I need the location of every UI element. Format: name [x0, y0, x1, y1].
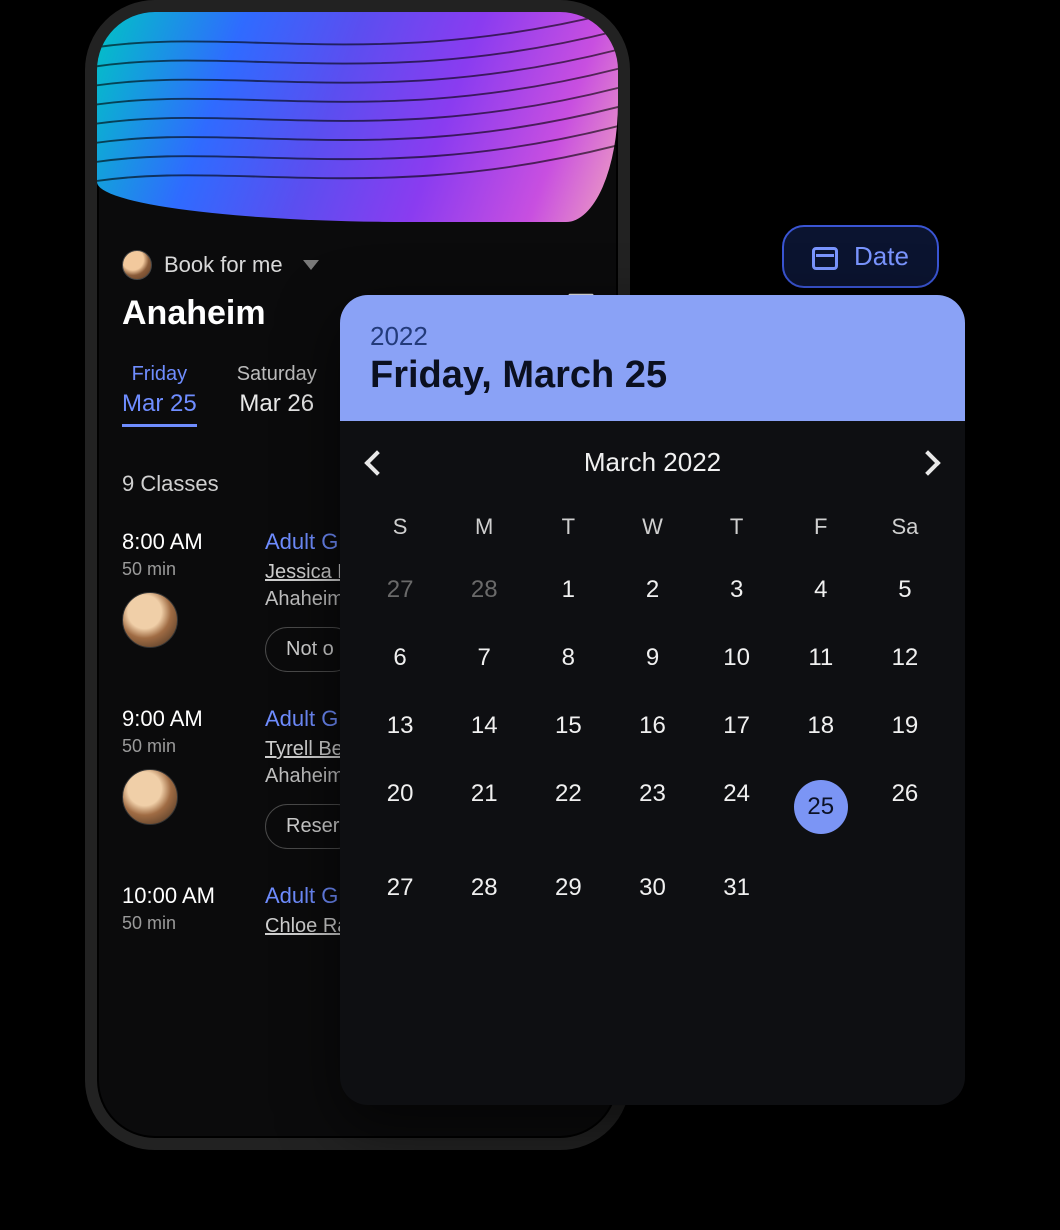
- calendar-day[interactable]: 10: [695, 624, 779, 692]
- calendar-day[interactable]: 23: [610, 760, 694, 854]
- calendar-dow: Sa: [863, 498, 947, 556]
- calendar-icon: [812, 244, 838, 270]
- calendar-day[interactable]: 3: [695, 556, 779, 624]
- calendar-day[interactable]: 15: [526, 692, 610, 760]
- calendar-dow: T: [526, 498, 610, 556]
- date-picker-header: 2022 Friday, March 25: [340, 295, 965, 421]
- chevron-down-icon: [303, 260, 319, 270]
- calendar-day[interactable]: 14: [442, 692, 526, 760]
- calendar-dow: T: [695, 498, 779, 556]
- calendar-day[interactable]: 18: [779, 692, 863, 760]
- calendar-day[interactable]: 7: [442, 624, 526, 692]
- calendar-dow: W: [610, 498, 694, 556]
- date-picker-year[interactable]: 2022: [370, 321, 935, 352]
- calendar-day[interactable]: 30: [610, 854, 694, 922]
- class-duration: 50 min: [122, 559, 237, 580]
- date-filter-button[interactable]: Date: [782, 225, 939, 288]
- calendar-day[interactable]: 17: [695, 692, 779, 760]
- class-duration: 50 min: [122, 913, 237, 934]
- calendar-day[interactable]: 1: [526, 556, 610, 624]
- calendar-day[interactable]: 13: [358, 692, 442, 760]
- calendar-day[interactable]: 16: [610, 692, 694, 760]
- calendar-day[interactable]: 28: [442, 854, 526, 922]
- calendar-day[interactable]: 29: [526, 854, 610, 922]
- class-title: Adult G: [265, 883, 348, 909]
- calendar-day[interactable]: 6: [358, 624, 442, 692]
- calendar-day[interactable]: 9: [610, 624, 694, 692]
- calendar-dow: F: [779, 498, 863, 556]
- calendar-day[interactable]: 25: [779, 760, 863, 854]
- calendar-day[interactable]: 8: [526, 624, 610, 692]
- date-picker: 2022 Friday, March 25 March 2022 SMTWTFS…: [340, 295, 965, 1105]
- class-instructor[interactable]: Chloe Ra: [265, 915, 348, 938]
- calendar-day[interactable]: 31: [695, 854, 779, 922]
- calendar-day[interactable]: 4: [779, 556, 863, 624]
- calendar-day[interactable]: 27: [358, 556, 442, 624]
- hero-lines: [97, 12, 618, 213]
- day-tab-date: Mar 26: [239, 390, 314, 418]
- calendar-dow: S: [358, 498, 442, 556]
- calendar-day[interactable]: 11: [779, 624, 863, 692]
- calendar-day[interactable]: 19: [863, 692, 947, 760]
- calendar-day[interactable]: 22: [526, 760, 610, 854]
- calendar-day[interactable]: 2: [610, 556, 694, 624]
- next-month-button[interactable]: [915, 450, 940, 475]
- calendar-day[interactable]: 24: [695, 760, 779, 854]
- calendar-day[interactable]: 20: [358, 760, 442, 854]
- day-tab[interactable]: Saturday Mar 26: [237, 363, 317, 427]
- calendar-day[interactable]: 28: [442, 556, 526, 624]
- date-filter-label: Date: [854, 241, 909, 272]
- calendar-dow: M: [442, 498, 526, 556]
- calendar-day[interactable]: 12: [863, 624, 947, 692]
- book-for-dropdown[interactable]: Book for me: [122, 250, 593, 280]
- calendar-day[interactable]: 5: [863, 556, 947, 624]
- calendar-day[interactable]: 21: [442, 760, 526, 854]
- day-tab[interactable]: Friday Mar 25: [122, 363, 197, 427]
- date-picker-selected: Friday, March 25: [370, 354, 935, 397]
- day-tab-dow: Saturday: [237, 363, 317, 386]
- date-picker-month: March 2022: [584, 447, 721, 478]
- hero-banner: [97, 12, 618, 222]
- day-tab-date: Mar 25: [122, 390, 197, 427]
- calendar-day[interactable]: 26: [863, 760, 947, 854]
- calendar-day[interactable]: 27: [358, 854, 442, 922]
- class-duration: 50 min: [122, 736, 237, 757]
- instructor-avatar: [122, 769, 178, 825]
- instructor-avatar: [122, 592, 178, 648]
- class-time: 9:00 AM: [122, 706, 237, 732]
- book-for-label: Book for me: [164, 252, 283, 278]
- avatar: [122, 250, 152, 280]
- day-tab-dow: Friday: [132, 363, 188, 386]
- class-time: 10:00 AM: [122, 883, 237, 909]
- calendar-day: [779, 854, 863, 922]
- prev-month-button[interactable]: [364, 450, 389, 475]
- calendar-day: [863, 854, 947, 922]
- class-time: 8:00 AM: [122, 529, 237, 555]
